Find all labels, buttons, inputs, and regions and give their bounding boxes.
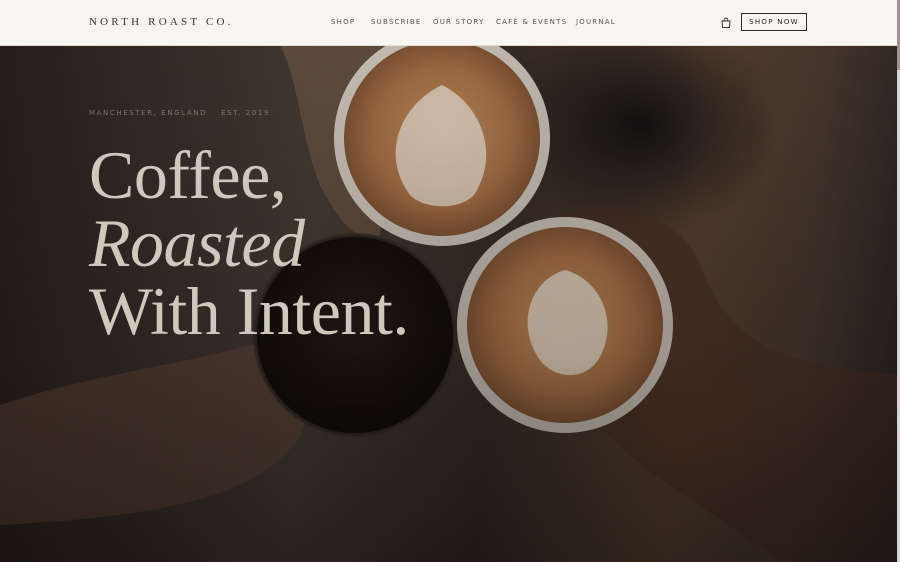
shopping-bag-icon[interactable] [720, 16, 732, 28]
nav-item-cafe-events[interactable]: CAFÉ & EVENTS [496, 18, 567, 26]
nav-item-shop[interactable]: SHOP [331, 18, 355, 26]
shop-now-button[interactable]: SHOP NOW [741, 13, 807, 31]
brand-logo[interactable]: NORTH ROAST CO. [89, 16, 234, 28]
hero-location: MANCHESTER, ENGLAND [89, 109, 208, 117]
site-header: NORTH ROAST CO. SHOP SUBSCRIBE OUR STORY… [0, 0, 900, 46]
nav-item-journal[interactable]: JOURNAL [576, 18, 616, 26]
hero-established: EST. 2019 [221, 109, 271, 117]
headline-line-2: Roasted [89, 205, 305, 281]
hero-section: MANCHESTER, ENGLAND EST. 2019 Coffee, Roa… [0, 45, 900, 562]
page: NORTH ROAST CO. SHOP SUBSCRIBE OUR STORY… [0, 0, 900, 562]
nav-item-our-story[interactable]: OUR STORY [433, 18, 484, 26]
hero-kicker: MANCHESTER, ENGLAND EST. 2019 [89, 109, 270, 117]
headline-line-3: With Intent. [89, 273, 409, 349]
headline-line-1: Coffee, [89, 137, 287, 213]
nav-item-subscribe[interactable]: SUBSCRIBE [371, 18, 422, 26]
hero-headline: Coffee, Roasted With Intent. [89, 141, 409, 345]
